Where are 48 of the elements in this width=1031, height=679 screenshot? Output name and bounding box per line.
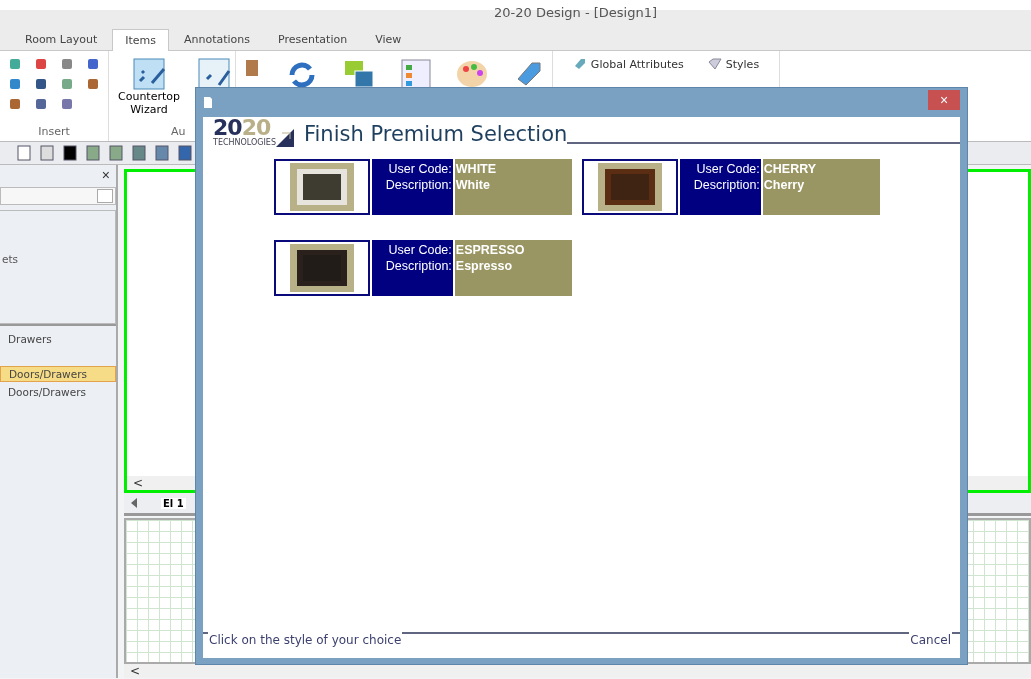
user-code-value: CHERRY: [763, 161, 818, 177]
close-button[interactable]: ×: [928, 89, 960, 110]
field-label: User Code:: [388, 242, 452, 258]
dialog-title: Finish Premium Selection: [304, 122, 568, 147]
ribbon-tab[interactable]: Items: [112, 29, 169, 51]
dropdown-field[interactable]: [0, 187, 116, 205]
list-item[interactable]: Doors/Drawers: [0, 385, 116, 401]
ribbon-tab[interactable]: Room Layout: [12, 28, 111, 50]
list-item[interactable]: Drawers: [0, 332, 116, 348]
field-label: User Code:: [388, 161, 452, 177]
global-attributes-button[interactable]: Global Attributes: [572, 57, 684, 71]
user-code-value: ESPRESSO: [455, 242, 526, 258]
description-value: Espresso: [455, 258, 514, 274]
ribbon-tab[interactable]: View: [362, 28, 415, 50]
finish-swatch: [598, 163, 663, 211]
cancel-link[interactable]: Cancel: [909, 633, 952, 647]
document-icon: [203, 96, 213, 109]
list-item[interactable]: Doors/Drawers: [0, 366, 116, 382]
field-label: Description:: [385, 177, 452, 193]
finish-option[interactable]: User Code: Description: WHITE White: [274, 159, 572, 215]
finish-option[interactable]: User Code: Description: CHERRY Cherry: [582, 159, 880, 215]
hint-text: Click on the style of your choice: [208, 633, 403, 647]
scroll-left-arrow[interactable]: <: [127, 476, 144, 490]
group-label: Au: [171, 125, 186, 138]
finish-swatch: [290, 244, 355, 292]
logo-shield-icon: [276, 129, 294, 147]
list-item[interactable]: ets: [0, 253, 115, 265]
ribbon-tab[interactable]: Annotations: [171, 28, 264, 50]
palette-icon[interactable]: [456, 59, 489, 89]
description-value: White: [455, 177, 491, 193]
countertop-wizard-button[interactable]: Countertop Wizard: [117, 57, 181, 117]
description-value: Cherry: [763, 177, 806, 193]
group-label: Insert: [38, 125, 70, 138]
field-label: User Code:: [696, 161, 760, 177]
ribbon-tab[interactable]: Presentation: [265, 28, 361, 50]
finish-swatch: [290, 163, 355, 211]
field-label: Description:: [385, 258, 452, 274]
user-code-value: WHITE: [455, 161, 498, 177]
window-title: 20-20 Design - [Design1]: [493, 5, 657, 20]
sheet-tab[interactable]: El 1: [161, 497, 186, 509]
styles-button[interactable]: Styles: [707, 57, 760, 71]
finish-option[interactable]: User Code: Description: ESPRESSO Espresso: [274, 240, 572, 296]
toolbar-icon[interactable]: [62, 145, 78, 161]
field-label: Description:: [693, 177, 760, 193]
scroll-left-arrow[interactable]: <: [124, 664, 141, 678]
toolbar-icon[interactable]: [34, 77, 48, 91]
logo: 2020 TECHNOLOGIES: [213, 117, 276, 147]
close-button[interactable]: ×: [99, 167, 112, 183]
